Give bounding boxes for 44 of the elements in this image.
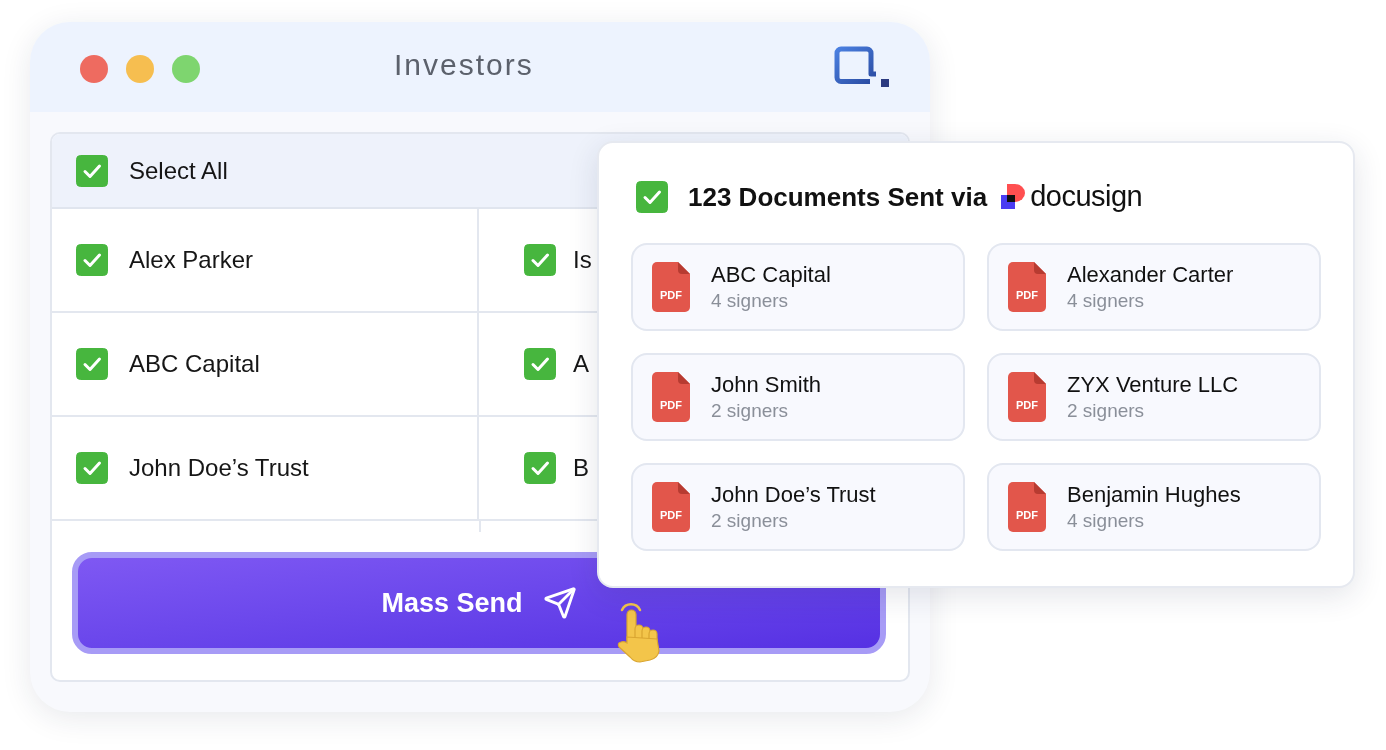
brand-name: docusign	[1030, 178, 1143, 213]
document-name: John Smith	[711, 371, 822, 399]
pdf-file-icon: PDF	[1008, 262, 1046, 312]
pdf-file-icon: PDF	[652, 482, 690, 532]
checkbox[interactable]	[76, 154, 108, 187]
send-icon	[542, 586, 577, 620]
sent-summary-title: 123 Documents Sent via	[688, 181, 988, 213]
document-card[interactable]: PDF Alexander Carter 4 signers	[987, 243, 1321, 331]
document-name: Alexander Carter	[1067, 261, 1234, 289]
checkbox[interactable]	[524, 452, 556, 484]
investor-name: Is	[573, 245, 592, 275]
document-card[interactable]: PDF ZYX Venture LLC 2 signers	[987, 353, 1321, 441]
signer-count: 2 signers	[1067, 399, 1146, 423]
checkbox[interactable]	[524, 348, 556, 380]
window-title: Investors	[394, 47, 534, 83]
signer-count: 4 signers	[1067, 509, 1146, 533]
document-name: ZYX Venture LLC	[1067, 371, 1239, 399]
checkbox[interactable]	[76, 452, 108, 484]
pdf-file-icon: PDF	[652, 372, 690, 422]
select-all-label: Select All	[129, 155, 228, 186]
document-name: John Doe’s Trust	[711, 481, 876, 509]
document-card[interactable]: PDF John Smith 2 signers	[631, 353, 965, 441]
pdf-file-icon: PDF	[1008, 372, 1046, 422]
document-name: ABC Capital	[711, 261, 831, 289]
investor-name: ABC Capital	[129, 349, 260, 379]
checkbox[interactable]	[524, 244, 556, 276]
brand-mark-icon	[1001, 184, 1027, 210]
checkbox[interactable]	[76, 244, 108, 276]
checkbox[interactable]	[76, 348, 108, 380]
signer-count: 2 signers	[711, 509, 790, 533]
app-logo-icon	[834, 46, 890, 88]
document-name: Benjamin Hughes	[1067, 481, 1241, 509]
investor-name: John Doe’s Trust	[129, 453, 309, 483]
signer-count: 4 signers	[1067, 289, 1146, 313]
document-card[interactable]: PDF John Doe’s Trust 2 signers	[631, 463, 965, 551]
document-card[interactable]: PDF Benjamin Hughes 4 signers	[987, 463, 1321, 551]
signer-count: 2 signers	[711, 399, 790, 423]
investor-name: Alex Parker	[129, 245, 254, 275]
investor-name: A	[573, 349, 589, 379]
pdf-file-icon: PDF	[652, 262, 690, 312]
signer-count: 4 signers	[711, 289, 790, 313]
document-card[interactable]: PDF ABC Capital 4 signers	[631, 243, 965, 331]
pdf-file-icon: PDF	[1008, 482, 1046, 532]
investor-name: B	[573, 453, 589, 483]
